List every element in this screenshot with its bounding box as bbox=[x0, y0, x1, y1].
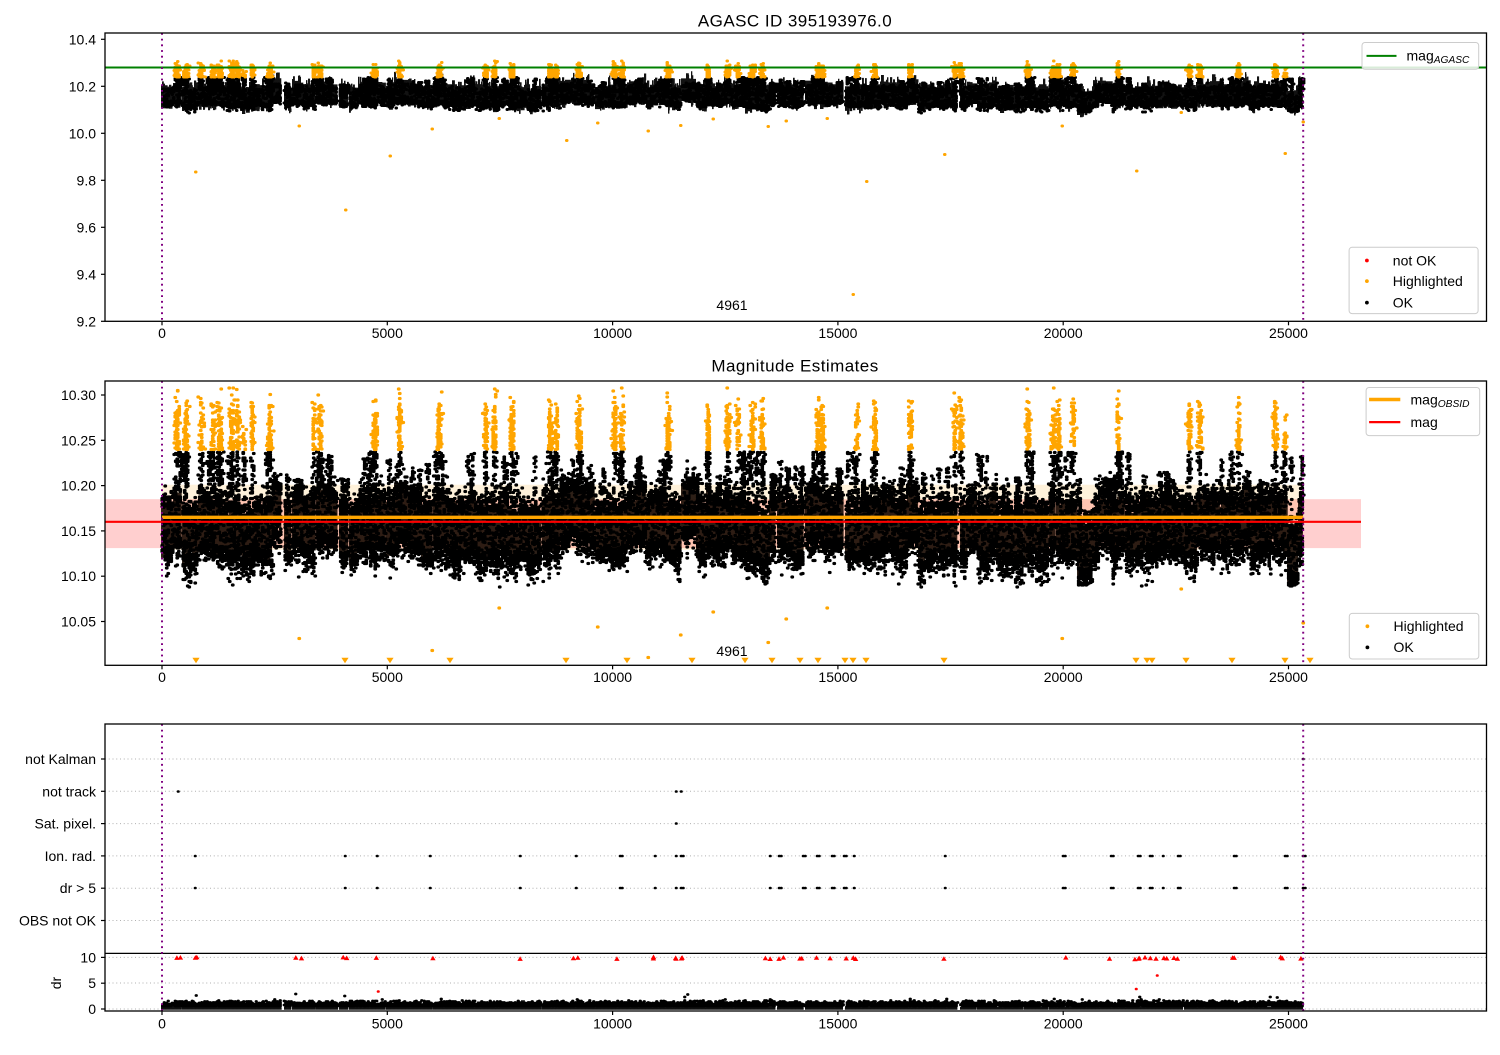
svg-text:20000: 20000 bbox=[1044, 325, 1083, 341]
svg-text:15000: 15000 bbox=[818, 1016, 857, 1032]
svg-text:AGASC ID 395193976.0: AGASC ID 395193976.0 bbox=[698, 12, 892, 31]
svg-text:Magnitude Estimates: Magnitude Estimates bbox=[711, 357, 878, 376]
svg-text:not Kalman: not Kalman bbox=[25, 751, 96, 767]
svg-text:25000: 25000 bbox=[1269, 669, 1308, 685]
svg-text:5: 5 bbox=[88, 975, 96, 991]
svg-text:Ion. rad.: Ion. rad. bbox=[45, 848, 96, 864]
svg-text:10.25: 10.25 bbox=[61, 432, 96, 448]
svg-text:10.05: 10.05 bbox=[61, 614, 96, 630]
svg-text:4961: 4961 bbox=[716, 643, 747, 659]
svg-text:10.0: 10.0 bbox=[69, 125, 96, 141]
svg-text:not track: not track bbox=[42, 783, 97, 799]
svg-text:9.6: 9.6 bbox=[77, 219, 97, 235]
svg-text:dr: dr bbox=[48, 976, 64, 989]
svg-text:9.8: 9.8 bbox=[77, 172, 97, 188]
svg-text:10000: 10000 bbox=[593, 669, 632, 685]
svg-text:9.2: 9.2 bbox=[77, 313, 97, 329]
svg-text:15000: 15000 bbox=[818, 669, 857, 685]
svg-text:10.20: 10.20 bbox=[61, 478, 96, 494]
svg-text:0: 0 bbox=[158, 1016, 166, 1032]
svg-text:OK: OK bbox=[1393, 294, 1414, 310]
svg-text:10.30: 10.30 bbox=[61, 387, 96, 403]
svg-text:10000: 10000 bbox=[593, 1016, 632, 1032]
svg-text:Sat. pixel.: Sat. pixel. bbox=[35, 816, 96, 832]
svg-text:10.15: 10.15 bbox=[61, 523, 96, 539]
svg-text:0: 0 bbox=[88, 1001, 96, 1017]
svg-text:15000: 15000 bbox=[818, 325, 857, 341]
svg-text:OK: OK bbox=[1394, 639, 1415, 655]
svg-text:OBS not OK: OBS not OK bbox=[19, 913, 97, 929]
svg-text:Highlighted: Highlighted bbox=[1393, 273, 1463, 289]
svg-text:dr > 5: dr > 5 bbox=[60, 880, 96, 896]
svg-text:Highlighted: Highlighted bbox=[1394, 618, 1464, 634]
svg-text:5000: 5000 bbox=[372, 325, 403, 341]
svg-text:10.2: 10.2 bbox=[69, 78, 96, 94]
svg-text:0: 0 bbox=[158, 669, 166, 685]
svg-text:not OK: not OK bbox=[1393, 252, 1437, 268]
svg-text:10: 10 bbox=[80, 949, 96, 965]
svg-text:5000: 5000 bbox=[372, 1016, 403, 1032]
svg-text:5000: 5000 bbox=[372, 669, 403, 685]
svg-text:25000: 25000 bbox=[1269, 1016, 1308, 1032]
svg-text:0: 0 bbox=[158, 325, 166, 341]
svg-text:10.10: 10.10 bbox=[61, 568, 96, 584]
svg-text:20000: 20000 bbox=[1044, 1016, 1083, 1032]
svg-text:20000: 20000 bbox=[1044, 669, 1083, 685]
svg-text:10.4: 10.4 bbox=[69, 31, 96, 47]
svg-text:4961: 4961 bbox=[716, 297, 747, 313]
svg-text:mag: mag bbox=[1411, 414, 1438, 430]
svg-text:25000: 25000 bbox=[1269, 325, 1308, 341]
svg-text:9.4: 9.4 bbox=[77, 266, 97, 282]
svg-text:10000: 10000 bbox=[593, 325, 632, 341]
